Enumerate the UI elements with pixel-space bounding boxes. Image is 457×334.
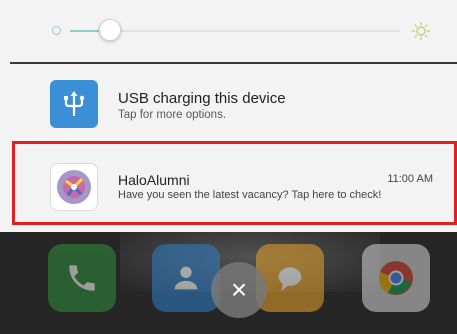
- close-icon[interactable]: ×: [211, 262, 267, 318]
- contacts-icon[interactable]: [152, 244, 220, 312]
- brightness-control: [0, 0, 457, 62]
- phone-icon[interactable]: [48, 244, 116, 312]
- usb-notification[interactable]: USB charging this device Tap for more op…: [0, 64, 457, 140]
- notification-shade: USB charging this device Tap for more op…: [0, 0, 457, 232]
- brightness-low-icon: [52, 26, 61, 35]
- usb-notification-subtitle: Tap for more options.: [118, 109, 227, 121]
- usb-notification-title: USB charging this device: [118, 90, 286, 107]
- brightness-slider-thumb[interactable]: [98, 19, 121, 41]
- usb-icon: [50, 80, 98, 128]
- highlight-box: [12, 141, 457, 225]
- messages-icon[interactable]: [256, 244, 324, 312]
- chrome-icon[interactable]: [362, 244, 430, 312]
- brightness-high-icon: [411, 21, 431, 41]
